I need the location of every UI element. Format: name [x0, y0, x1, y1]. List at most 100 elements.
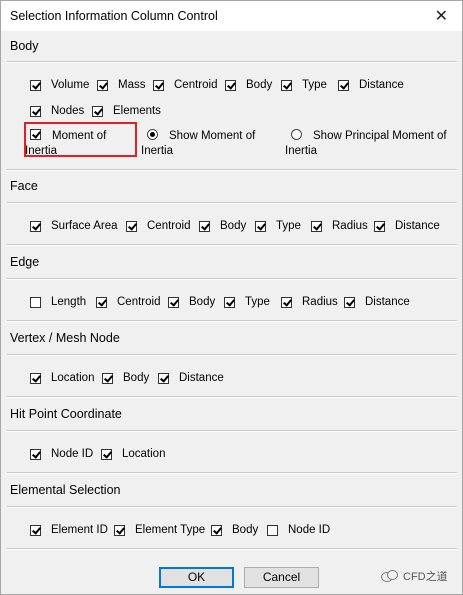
checkbox-label: Radius	[302, 296, 338, 308]
checkbox-label: Nodes	[51, 105, 85, 117]
checkbox-box[interactable]	[30, 105, 41, 117]
radio-show-moment-line1: Show Moment of	[169, 130, 256, 142]
checkbox-elemental-element-id[interactable]: Element ID	[30, 522, 108, 538]
checkbox-face-surface-area[interactable]: Surface Area	[30, 218, 117, 234]
checkbox-label: Body	[123, 372, 150, 384]
separator	[7, 320, 457, 322]
checkbox-label: Type	[276, 220, 301, 232]
checkbox-box[interactable]	[338, 79, 349, 91]
checkbox-box[interactable]	[30, 448, 41, 460]
checkbox-box[interactable]	[199, 220, 210, 232]
checkbox-box[interactable]	[30, 79, 41, 91]
checkbox-box[interactable]	[92, 105, 103, 117]
checkbox-box[interactable]	[96, 296, 107, 308]
checkbox-box[interactable]	[30, 220, 41, 232]
checkbox-elemental-element-type[interactable]: Element Type	[114, 522, 205, 538]
checkbox-edge-type[interactable]: Type	[224, 294, 270, 310]
checkbox-box[interactable]	[255, 220, 266, 232]
checkbox-edge-radius[interactable]: Radius	[281, 294, 338, 310]
title-bar: Selection Information Column Control ✕	[1, 1, 462, 31]
section-label-edge: Edge	[10, 255, 40, 269]
checkbox-edge-centroid[interactable]: Centroid	[96, 294, 160, 310]
checkbox-body-distance[interactable]: Distance	[338, 77, 404, 93]
checkbox-box[interactable]	[225, 79, 236, 91]
checkbox-box[interactable]	[153, 79, 164, 91]
separator	[7, 244, 457, 246]
moment-label-line1: Moment of	[52, 130, 107, 142]
checkbox-box[interactable]	[224, 296, 235, 308]
checkbox-box[interactable]	[126, 220, 137, 232]
close-icon[interactable]: ✕	[435, 6, 448, 26]
wechat-icon	[381, 570, 398, 582]
separator	[7, 506, 457, 508]
checkbox-body-type[interactable]: Type	[281, 77, 327, 93]
checkbox-vertex-location[interactable]: Location	[30, 370, 94, 386]
section-label-hit-point: Hit Point Coordinate	[10, 407, 122, 421]
checkbox-box[interactable]	[374, 220, 385, 232]
checkbox-face-radius[interactable]: Radius	[311, 218, 368, 234]
checkbox-label: Distance	[395, 220, 440, 232]
dialog-window: Selection Information Column Control ✕ B…	[0, 0, 463, 595]
checkbox-face-body[interactable]: Body	[199, 218, 246, 234]
checkbox-box[interactable]	[114, 524, 125, 536]
checkbox-box[interactable]	[30, 296, 41, 308]
radio-show-principal-moment[interactable]	[291, 129, 302, 140]
checkbox-box[interactable]	[267, 524, 278, 536]
checkbox-label: Element ID	[51, 524, 108, 536]
checkbox-body-body[interactable]: Body	[225, 77, 272, 93]
checkbox-body-nodes[interactable]: Nodes	[30, 103, 84, 119]
checkbox-hit-node-id[interactable]: Node ID	[30, 446, 93, 462]
checkbox-elemental-node-id[interactable]: Node ID	[267, 522, 330, 538]
cancel-button[interactable]: Cancel	[244, 567, 319, 588]
checkbox-box[interactable]	[281, 79, 292, 91]
watermark-text: CFD之道	[403, 571, 448, 583]
checkbox-box[interactable]	[168, 296, 179, 308]
checkbox-label: Type	[245, 296, 270, 308]
checkbox-face-centroid[interactable]: Centroid	[126, 218, 190, 234]
separator	[7, 169, 457, 171]
radio-show-moment[interactable]	[147, 129, 158, 140]
checkbox-label: Distance	[365, 296, 410, 308]
checkbox-label: Location	[122, 448, 166, 460]
separator	[7, 61, 457, 63]
checkbox-box[interactable]	[97, 79, 108, 91]
checkbox-box[interactable]	[344, 296, 355, 308]
checkbox-label: Distance	[359, 79, 404, 91]
checkbox-elemental-body[interactable]: Body	[211, 522, 258, 538]
separator	[7, 354, 457, 356]
checkbox-label: Distance	[179, 372, 224, 384]
checkbox-edge-body[interactable]: Body	[168, 294, 215, 310]
checkbox-vertex-body[interactable]: Body	[102, 370, 149, 386]
radio-show-principal-line2: Inertia	[285, 145, 317, 157]
checkbox-body-volume[interactable]: Volume	[30, 77, 89, 93]
checkbox-edge-distance[interactable]: Distance	[344, 294, 410, 310]
checkbox-label: Location	[51, 372, 95, 384]
ok-button[interactable]: OK	[159, 567, 234, 588]
section-label-elemental: Elemental Selection	[10, 483, 121, 497]
checkbox-face-distance[interactable]: Distance	[374, 218, 440, 234]
checkbox-box[interactable]	[102, 372, 113, 384]
checkbox-box[interactable]	[281, 296, 292, 308]
checkbox-box[interactable]	[311, 220, 322, 232]
checkbox-face-type[interactable]: Type	[255, 218, 301, 234]
checkbox-label: Volume	[51, 79, 90, 91]
checkbox-label: Node ID	[51, 448, 94, 460]
checkbox-body-centroid[interactable]: Centroid	[153, 77, 217, 93]
checkbox-moment-of-inertia[interactable]	[30, 129, 41, 140]
checkbox-vertex-distance[interactable]: Distance	[158, 370, 224, 386]
checkbox-label: Centroid	[117, 296, 161, 308]
checkbox-label: Length	[51, 296, 87, 308]
checkbox-box[interactable]	[158, 372, 169, 384]
section-label-face: Face	[10, 179, 38, 193]
checkbox-box[interactable]	[30, 372, 41, 384]
checkbox-edge-length[interactable]: Length	[30, 294, 86, 310]
checkbox-box[interactable]	[30, 524, 41, 536]
checkbox-label: Body	[232, 524, 259, 536]
checkbox-body-mass[interactable]: Mass	[97, 77, 145, 93]
checkbox-box[interactable]	[101, 448, 112, 460]
checkbox-hit-location[interactable]: Location	[101, 446, 165, 462]
checkbox-body-elements[interactable]: Elements	[92, 103, 161, 119]
checkbox-label: Body	[246, 79, 273, 91]
radio-show-moment-line2: Inertia	[141, 145, 173, 157]
checkbox-box[interactable]	[211, 524, 222, 536]
